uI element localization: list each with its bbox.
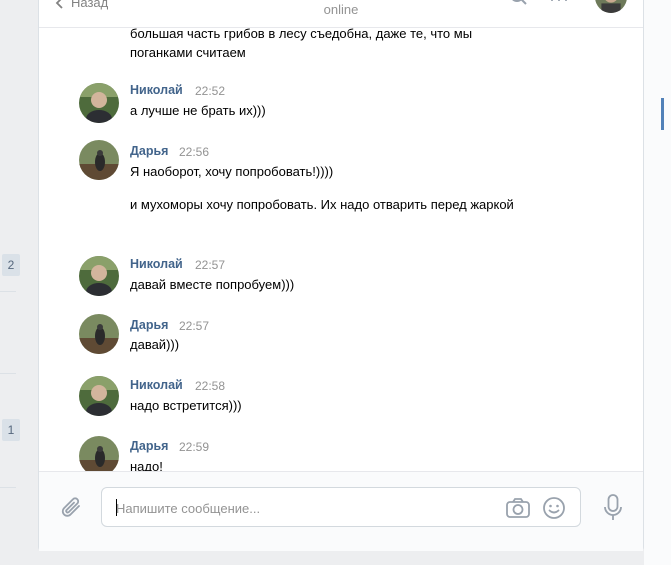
chat-panel: Назад online ··· большая часть грибов в … <box>38 0 644 551</box>
message-time: 22:57 <box>195 258 226 272</box>
microphone-icon[interactable] <box>601 493 625 523</box>
message-time: 22:58 <box>195 379 226 393</box>
search-icon[interactable] <box>509 0 529 7</box>
left-strip: 2 1 <box>0 0 38 565</box>
avatar[interactable] <box>79 256 119 296</box>
avatar[interactable] <box>79 376 119 416</box>
right-strip <box>644 0 671 565</box>
avatar[interactable] <box>79 436 119 471</box>
message-text: давай))) <box>130 337 180 352</box>
message-text: Я наоборот, хочу попробовать!)))) <box>130 164 334 179</box>
message-time: 22:56 <box>179 145 210 159</box>
camera-icon[interactable] <box>505 496 531 520</box>
message-time: 22:57 <box>179 319 210 333</box>
author-name[interactable]: Дарья <box>130 439 168 453</box>
divider <box>0 373 16 374</box>
author-name[interactable]: Николай <box>130 378 183 392</box>
active-marker <box>661 98 664 130</box>
more-icon[interactable]: ··· <box>549 0 570 10</box>
avatar[interactable] <box>79 140 119 180</box>
smile-icon[interactable] <box>542 496 566 520</box>
divider <box>0 487 16 488</box>
unread-badge[interactable]: 2 <box>2 254 20 276</box>
author-name[interactable]: Дарья <box>130 318 168 332</box>
message-time: 22:52 <box>195 84 226 98</box>
message-text: надо встретится))) <box>130 398 242 413</box>
paperclip-icon[interactable] <box>59 495 85 521</box>
author-name[interactable]: Николай <box>130 83 183 97</box>
message-text: давай вместе попробуем))) <box>130 277 295 292</box>
chat-header: Назад online ··· <box>39 0 643 28</box>
author-name[interactable]: Дарья <box>130 144 168 158</box>
divider <box>0 291 16 292</box>
unread-badge[interactable]: 1 <box>2 419 20 441</box>
message-input-box[interactable] <box>101 487 581 527</box>
avatar[interactable] <box>79 83 119 123</box>
message-time: 22:59 <box>179 440 210 454</box>
text-caret <box>116 499 117 516</box>
message-text: а лучше не брать их))) <box>130 103 266 118</box>
message-text: большая часть грибов в лесу съедобна, да… <box>130 27 473 60</box>
author-name[interactable]: Николай <box>130 257 183 271</box>
avatar[interactable] <box>79 314 119 354</box>
message-input[interactable] <box>114 497 498 519</box>
message-text: и мухоморы хочу попробовать. Их надо отв… <box>130 197 514 212</box>
message-list: большая часть грибов в лесу съедобна, да… <box>39 27 643 471</box>
message-composer <box>39 471 643 551</box>
message-text: надо! <box>130 459 163 471</box>
